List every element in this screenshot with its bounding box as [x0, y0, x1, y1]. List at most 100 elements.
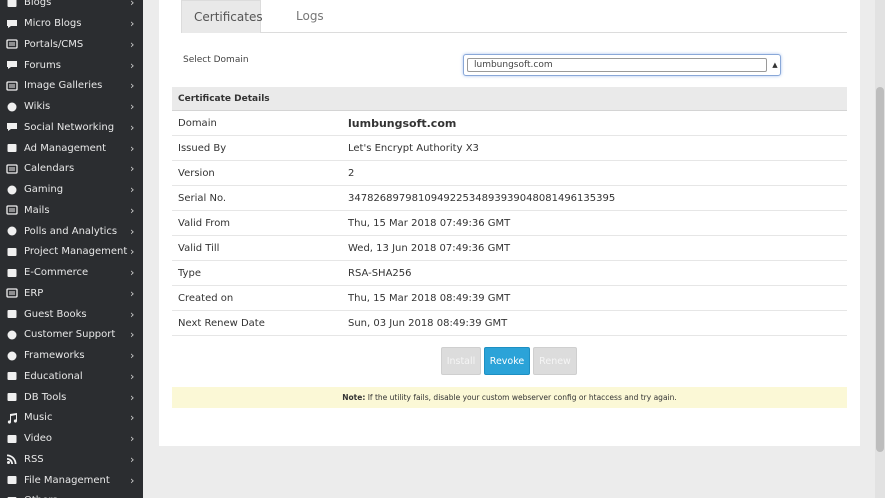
- sidebar: Blogs › Micro Blogs › Portals/CMS › Forums › Ima…: [0, 0, 143, 498]
- sidebar-item-guest-books[interactable]: Guest Books ›: [0, 304, 143, 325]
- chevron-right-icon: ›: [130, 452, 135, 466]
- chevron-right-icon: ›: [130, 0, 135, 10]
- sidebar-item-label: Blogs: [24, 0, 52, 9]
- sidebar-item-others[interactable]: Others›: [0, 491, 143, 498]
- chevron-right-icon: ›: [130, 494, 138, 498]
- sidebar-item-label: Music: [24, 412, 53, 424]
- detail-value: lumbungsoft.com: [348, 117, 457, 130]
- sidebar-item-label: Polls and Analytics: [24, 225, 118, 237]
- sidebar-item-customer-support[interactable]: Customer Support ›: [0, 325, 143, 346]
- scrollbar-thumb[interactable]: [876, 87, 884, 452]
- sidebar-item-label: Customer Support: [24, 329, 116, 341]
- domain-select[interactable]: lumbungsoft.com ▲: [463, 54, 781, 76]
- page-scrollbar[interactable]: [875, 0, 885, 498]
- sidebar-item-file-management[interactable]: File Management ›: [0, 470, 143, 491]
- note-prefix: Note:: [342, 393, 366, 402]
- chevron-right-icon: ›: [130, 369, 135, 383]
- sidebar-item-music[interactable]: Music ›: [0, 408, 143, 429]
- sidebar-item-calendars[interactable]: Calendars ›: [0, 159, 143, 180]
- sidebar-item-label: E-Commerce: [24, 267, 89, 279]
- sidebar-item-label: RSS: [24, 453, 44, 465]
- sidebar-item-mails[interactable]: Mails ›: [0, 200, 143, 221]
- detail-value: Wed, 13 Jun 2018 07:49:36 GMT: [348, 243, 511, 254]
- sidebar-item-db-tools[interactable]: DB Tools ›: [0, 387, 143, 408]
- chevron-right-icon: ›: [130, 203, 135, 217]
- sidebar-item-gaming[interactable]: Gaming ›: [0, 179, 143, 200]
- sidebar-item-social-networking[interactable]: Social Networking ›: [0, 117, 143, 138]
- chevron-right-icon: ›: [130, 79, 135, 93]
- sidebar-item-forums[interactable]: Forums ›: [0, 55, 143, 76]
- sidebar-item-label: Project Management: [24, 246, 128, 258]
- sidebar-item-educational[interactable]: Educational ›: [0, 366, 143, 387]
- chevron-right-icon: ›: [130, 162, 135, 176]
- sidebar-item-label: Educational: [24, 370, 83, 382]
- sidebar-item-erp[interactable]: ERP ›: [0, 283, 143, 304]
- detail-row-type: Type RSA-SHA256: [172, 261, 847, 286]
- detail-value: 3478268979810949225348939390480814961353…: [348, 193, 616, 204]
- detail-row-serial-no-: Serial No. 347826897981094922534893939048…: [172, 186, 847, 211]
- sidebar-item-e-commerce[interactable]: E-Commerce ›: [0, 262, 143, 283]
- polls-icon: [6, 225, 18, 237]
- select-domain-label: Select Domain: [183, 55, 249, 65]
- renew-button[interactable]: Renew: [533, 347, 577, 375]
- sidebar-item-polls-and-analytics[interactable]: Polls and Analytics ›: [0, 221, 143, 242]
- sidebar-item-label: Ad Management: [24, 142, 107, 154]
- rss-icon: [6, 453, 18, 465]
- project-management-icon: [6, 246, 18, 258]
- sidebar-item-label: Forums: [24, 59, 61, 71]
- chevron-right-icon: ›: [130, 307, 135, 321]
- e-commerce-icon: [6, 267, 18, 279]
- sidebar-item-wikis[interactable]: Wikis ›: [0, 96, 143, 117]
- chevron-right-icon: ›: [130, 349, 135, 363]
- sidebar-item-project-management[interactable]: Project Management ›: [0, 242, 143, 263]
- sidebar-item-video[interactable]: Video ›: [0, 428, 143, 449]
- ad-management-icon: [6, 142, 18, 154]
- detail-value: Let's Encrypt Authority X3: [348, 143, 479, 154]
- note-banner: Note: If the utility fails, disable your…: [172, 387, 847, 408]
- chevron-right-icon: ›: [130, 100, 135, 114]
- detail-key: Serial No.: [178, 193, 227, 204]
- chevron-right-icon: ›: [130, 224, 135, 238]
- tab-logs[interactable]: Logs: [284, 0, 336, 33]
- sidebar-item-portals-cms[interactable]: Portals/CMS ›: [0, 34, 143, 55]
- domain-row: Select Domain lumbungsoft.com ▲: [181, 45, 847, 81]
- detail-key: Type: [178, 268, 201, 279]
- detail-key: Valid Till: [178, 243, 220, 254]
- chevron-right-icon: ›: [130, 411, 135, 425]
- chevron-right-icon: ›: [130, 58, 135, 72]
- certificate-details-heading: Certificate Details: [172, 87, 847, 111]
- erp-icon: [6, 287, 18, 299]
- sidebar-item-label: Mails: [24, 204, 50, 216]
- detail-key: Issued By: [178, 143, 227, 154]
- sidebar-item-label: Frameworks: [24, 350, 85, 362]
- music-icon: [6, 412, 18, 424]
- frameworks-icon: [6, 350, 18, 362]
- gaming-icon: [6, 184, 18, 196]
- sidebar-item-image-galleries[interactable]: Image Galleries ›: [0, 76, 143, 97]
- detail-row-created-on: Created on Thu, 15 Mar 2018 08:49:39 GMT: [172, 286, 847, 311]
- tab-certificates[interactable]: Certificates: [181, 0, 263, 33]
- sidebar-item-frameworks[interactable]: Frameworks ›: [0, 345, 143, 366]
- customer-support-icon: [6, 329, 18, 341]
- install-button[interactable]: Install: [441, 347, 481, 375]
- detail-row-version: Version 2: [172, 161, 847, 186]
- detail-row-issued-by: Issued By Let's Encrypt Authority X3: [172, 136, 847, 161]
- sidebar-item-blogs[interactable]: Blogs ›: [0, 0, 143, 13]
- detail-row-next-renew-date: Next Renew Date Sun, 03 Jun 2018 08:49:39…: [172, 311, 847, 336]
- sidebar-item-ad-management[interactable]: Ad Management ›: [0, 138, 143, 159]
- chevron-right-icon: ›: [130, 37, 135, 51]
- sidebar-item-label: Gaming: [24, 184, 64, 196]
- detail-key: Next Renew Date: [178, 318, 265, 329]
- note-text: If the utility fails, disable your custo…: [365, 393, 677, 402]
- image-galleries-icon: [6, 80, 18, 92]
- tab-bar: Certificates Logs: [181, 0, 847, 33]
- detail-key: Valid From: [178, 218, 231, 229]
- detail-key: Created on: [178, 293, 234, 304]
- sidebar-item-rss[interactable]: RSS ›: [0, 449, 143, 470]
- revoke-button[interactable]: Revoke: [484, 347, 530, 375]
- chevron-right-icon: ›: [130, 141, 135, 155]
- detail-row-valid-from: Valid From Thu, 15 Mar 2018 07:49:36 GMT: [172, 211, 847, 236]
- chevron-right-icon: ›: [130, 473, 135, 487]
- sidebar-item-micro-blogs[interactable]: Micro Blogs ›: [0, 13, 143, 34]
- micro-blogs-icon: [6, 18, 18, 30]
